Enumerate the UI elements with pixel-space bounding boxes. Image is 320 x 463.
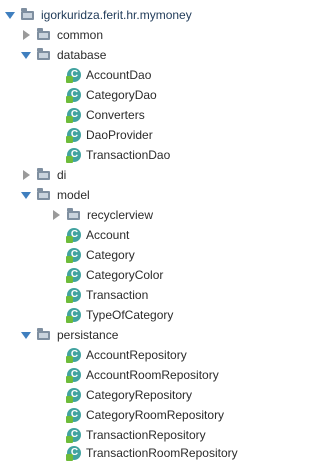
tree-node-label: igorkuridza.ferit.hr.mymoney — [41, 8, 192, 22]
tree-leaf-label: AccountRepository — [86, 348, 187, 362]
expand-arrow-icon[interactable] — [21, 50, 31, 60]
expand-arrow-icon[interactable] — [21, 330, 31, 340]
folder-icon — [21, 8, 34, 20]
kotlin-class-icon: C — [66, 128, 81, 143]
kotlin-class-icon: C — [66, 348, 81, 363]
tree-leaf-label: AccountRoomRepository — [86, 368, 219, 382]
folder-icon — [37, 188, 50, 200]
kotlin-class-icon: C — [66, 68, 81, 83]
kotlin-class-icon: C — [66, 108, 81, 123]
kotlin-class-icon: C — [66, 308, 81, 323]
tree-leaf-class[interactable]: C CategoryDao — [0, 85, 308, 105]
tree-leaf-label: TransactionRoomRepository — [86, 446, 238, 460]
tree-leaf-class[interactable]: C TransactionRepository — [0, 425, 308, 445]
kotlin-class-icon: C — [66, 248, 81, 263]
kotlin-class-icon: C — [66, 268, 81, 283]
tree-leaf-label: DaoProvider — [86, 128, 153, 142]
tree-node-label: recyclerview — [87, 208, 154, 222]
folder-icon — [37, 48, 50, 60]
folder-icon — [67, 208, 80, 220]
tree-leaf-label: CategoryDao — [86, 88, 157, 102]
kotlin-class-icon: C — [66, 148, 81, 163]
tree-node-label: model — [57, 188, 90, 202]
tree-node-model[interactable]: model — [0, 185, 262, 205]
tree-leaf-class[interactable]: C AccountDao — [0, 65, 308, 85]
kotlin-class-icon: C — [66, 228, 81, 243]
expand-arrow-icon[interactable] — [5, 10, 15, 20]
tree-leaf-class[interactable]: C CategoryRoomRepository — [0, 405, 308, 425]
folder-icon — [37, 168, 50, 180]
tree-leaf-label: CategoryRepository — [86, 388, 193, 402]
tree-node-common[interactable]: common — [0, 25, 262, 45]
tree-leaf-label: Account — [86, 228, 130, 242]
tree-node-persistance[interactable]: persistance — [0, 325, 262, 345]
tree-node-label: common — [57, 28, 104, 42]
folder-icon — [37, 328, 50, 340]
tree-node-label: persistance — [57, 328, 119, 342]
collapse-arrow-icon[interactable] — [51, 210, 61, 220]
tree-leaf-class[interactable]: C Category — [0, 245, 308, 265]
tree-leaf-class[interactable]: C AccountRoomRepository — [0, 365, 308, 385]
tree-leaf-class[interactable]: C CategoryColor — [0, 265, 308, 285]
kotlin-class-icon: C — [66, 408, 81, 423]
tree-leaf-class[interactable]: C TypeOfCategory — [0, 305, 308, 325]
collapse-arrow-icon[interactable] — [21, 30, 31, 40]
project-tree: igorkuridza.ferit.hr.mymoney common data… — [0, 0, 241, 461]
tree-node-label: di — [57, 168, 67, 182]
tree-leaf-class[interactable]: C Account — [0, 225, 308, 245]
tree-leaf-label: Transaction — [86, 288, 149, 302]
tree-leaf-class[interactable]: C Converters — [0, 105, 308, 125]
tree-leaf-class[interactable]: C CategoryRepository — [0, 385, 308, 405]
tree-node-database[interactable]: database — [0, 45, 262, 65]
kotlin-class-icon: C — [66, 388, 81, 403]
tree-leaf-label: Converters — [86, 108, 145, 122]
tree-leaf-class[interactable]: C DaoProvider — [0, 125, 308, 145]
tree-leaf-class[interactable]: C Transaction — [0, 285, 308, 305]
expand-arrow-icon[interactable] — [21, 190, 31, 200]
collapse-arrow-icon[interactable] — [21, 170, 31, 180]
tree-leaf-class[interactable]: C TransactionDao — [0, 145, 308, 165]
tree-leaf-label: CategoryColor — [86, 268, 164, 282]
tree-leaf-label: Category — [86, 248, 135, 262]
kotlin-class-icon: C — [66, 88, 81, 103]
tree-leaf-label: TypeOfCategory — [86, 308, 174, 322]
tree-leaf-label: AccountDao — [86, 68, 152, 82]
kotlin-class-icon: C — [66, 446, 81, 461]
tree-node-recyclerview[interactable]: recyclerview — [0, 205, 292, 225]
kotlin-class-icon: C — [66, 428, 81, 443]
kotlin-class-icon: C — [66, 288, 81, 303]
tree-leaf-label: TransactionDao — [86, 148, 171, 162]
tree-leaf-label: CategoryRoomRepository — [86, 408, 225, 422]
folder-icon — [37, 28, 50, 40]
tree-node-label: database — [57, 48, 107, 62]
tree-node-root[interactable]: igorkuridza.ferit.hr.mymoney — [0, 5, 246, 25]
tree-leaf-label: TransactionRepository — [86, 428, 206, 442]
kotlin-class-icon: C — [66, 368, 81, 383]
tree-node-di[interactable]: di — [0, 165, 262, 185]
tree-leaf-class[interactable]: C TransactionRoomRepository — [0, 443, 308, 463]
tree-leaf-class[interactable]: C AccountRepository — [0, 345, 308, 365]
